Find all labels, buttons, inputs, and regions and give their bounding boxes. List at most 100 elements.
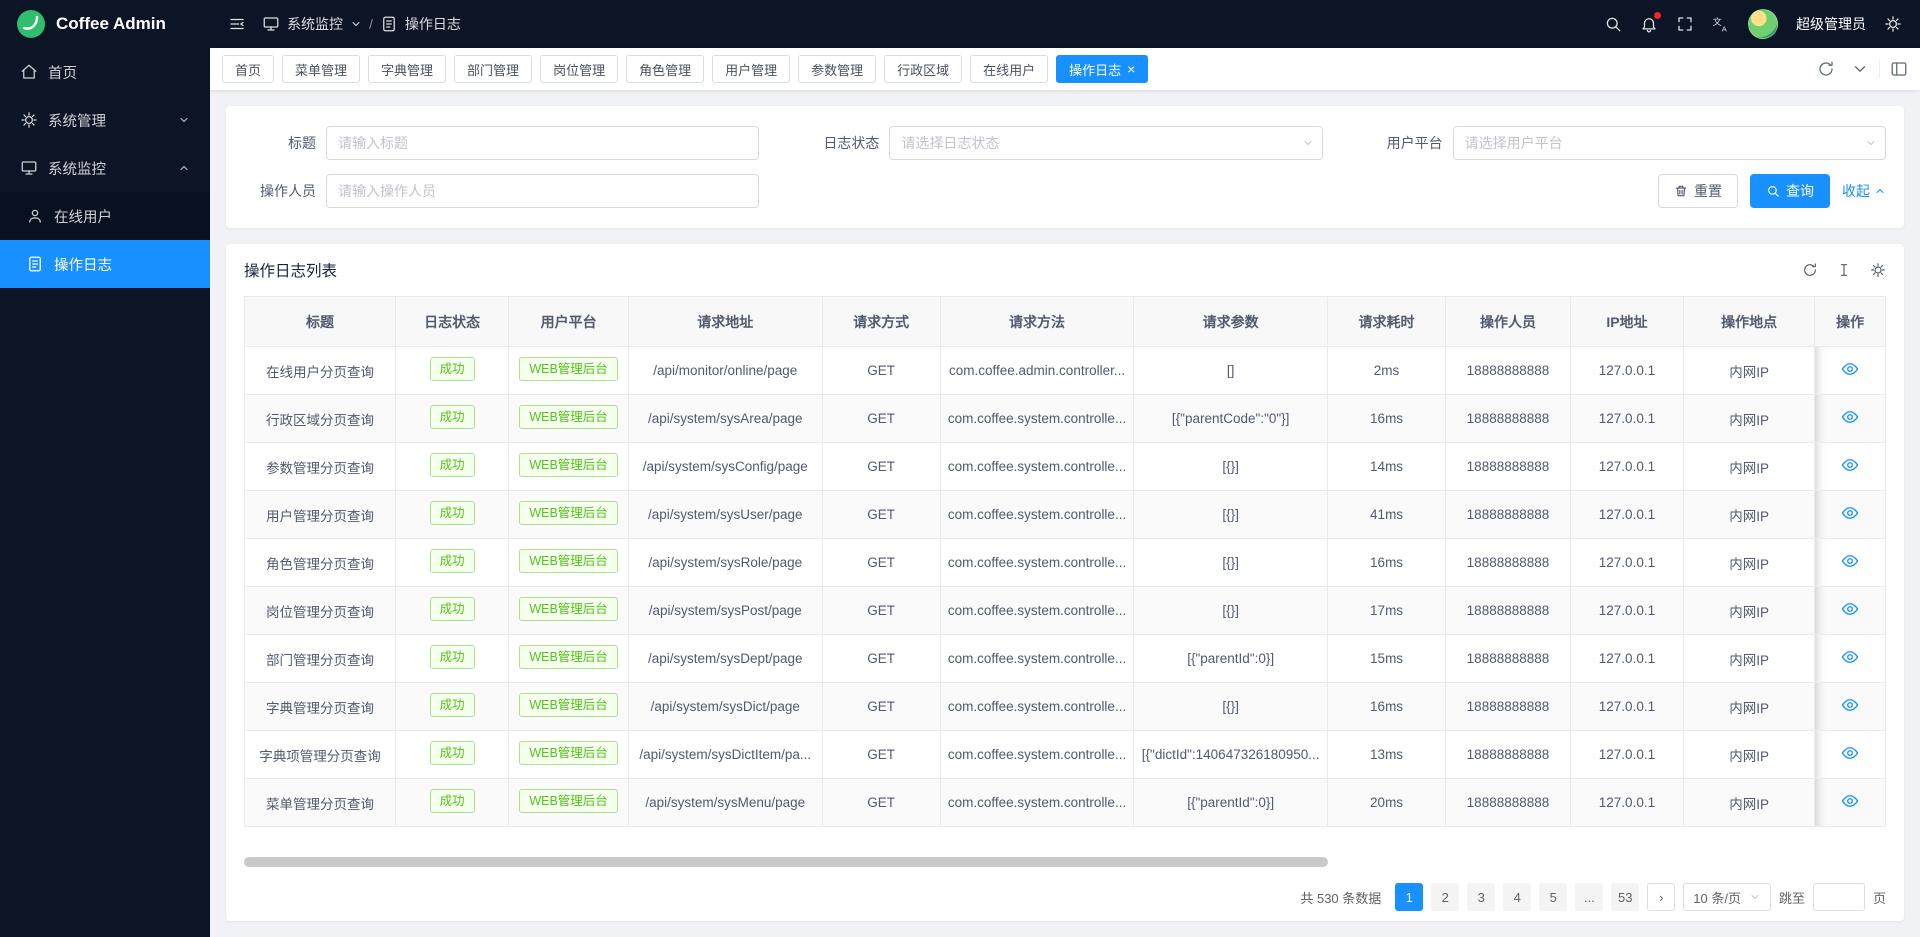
eye-icon	[1841, 600, 1859, 618]
cell-ip: 127.0.0.1	[1570, 395, 1683, 443]
table-header-row: 标题日志状态用户平台请求地址请求方式请求方法请求参数请求耗时操作人员IP地址操作…	[245, 297, 1886, 347]
tab-用户管理[interactable]: 用户管理	[712, 55, 790, 83]
username[interactable]: 超级管理员	[1796, 14, 1866, 34]
cell-platform: WEB管理后台	[509, 683, 629, 731]
tab-首页[interactable]: 首页	[222, 55, 274, 83]
platform-select-input[interactable]	[1453, 126, 1886, 160]
tab-角色管理[interactable]: 角色管理	[626, 55, 704, 83]
view-detail-button[interactable]	[1841, 456, 1859, 474]
fullscreen-icon[interactable]	[1676, 15, 1694, 33]
page-button-5[interactable]: 5	[1539, 883, 1567, 911]
page-button-1[interactable]: 1	[1395, 883, 1423, 911]
page-button-4[interactable]: 4	[1503, 883, 1531, 911]
chevron-down-icon[interactable]	[350, 18, 362, 30]
horizontal-scrollbar[interactable]	[244, 857, 1886, 867]
settings-gear-icon[interactable]	[1884, 15, 1902, 33]
tab-字典管理[interactable]: 字典管理	[368, 55, 446, 83]
layout-icon[interactable]	[1890, 60, 1908, 78]
refresh-tabs-icon[interactable]	[1817, 60, 1835, 78]
tab-close-icon[interactable]: ×	[1127, 62, 1135, 76]
platform-badge: WEB管理后台	[519, 453, 617, 477]
scrollbar-thumb[interactable]	[244, 857, 1328, 867]
view-detail-button[interactable]	[1841, 648, 1859, 666]
cell-method: com.coffee.system.controlle...	[940, 395, 1134, 443]
sidebar-item-label: 首页	[48, 62, 77, 83]
collapse-label: 收起	[1842, 181, 1870, 201]
cell-ip: 127.0.0.1	[1570, 539, 1683, 587]
status-select-input[interactable]	[889, 126, 1322, 160]
sidebar-item-home[interactable]: 首页	[0, 48, 210, 96]
page-size-select[interactable]: 10 条/页	[1683, 883, 1771, 911]
page-button-2[interactable]: 2	[1431, 883, 1459, 911]
view-detail-button[interactable]	[1841, 744, 1859, 762]
translate-icon[interactable]: 文A	[1712, 15, 1730, 33]
chevron-down-icon	[178, 114, 190, 126]
view-detail-button[interactable]	[1841, 504, 1859, 522]
tab-在线用户[interactable]: 在线用户	[970, 55, 1048, 83]
view-detail-button[interactable]	[1841, 408, 1859, 426]
operator-input[interactable]	[326, 174, 759, 208]
page-button-53[interactable]: 53	[1611, 883, 1639, 911]
next-page-button[interactable]: ›	[1647, 883, 1675, 911]
search-icon[interactable]	[1604, 15, 1622, 33]
collapse-sidebar-icon[interactable]	[228, 15, 246, 33]
monitor-icon	[20, 159, 38, 177]
view-detail-button[interactable]	[1841, 696, 1859, 714]
view-detail-button[interactable]	[1841, 792, 1859, 810]
cell-operator: 18888888888	[1446, 731, 1571, 779]
platform-badge: WEB管理后台	[519, 549, 617, 573]
notification-bell-icon[interactable]	[1640, 15, 1658, 33]
title-input[interactable]	[326, 126, 759, 160]
tab-bar: 首页菜单管理字典管理部门管理岗位管理角色管理用户管理参数管理行政区域在线用户操作…	[210, 48, 1920, 90]
cell-method: com.coffee.system.controlle...	[940, 635, 1134, 683]
cell-http_method: GET	[822, 779, 940, 827]
next-page-label: ›	[1659, 890, 1663, 905]
jump-page-input[interactable]	[1813, 883, 1865, 911]
page-button-3[interactable]: 3	[1467, 883, 1495, 911]
sidebar-item-online-users[interactable]: 在线用户	[0, 192, 210, 240]
cell-ip: 127.0.0.1	[1570, 587, 1683, 635]
status-select[interactable]	[889, 126, 1322, 160]
collapse-filter-link[interactable]: 收起	[1842, 181, 1886, 201]
reset-button[interactable]: 重置	[1658, 174, 1738, 208]
tab-options-chevron-icon[interactable]	[1851, 60, 1869, 78]
sidebar-item-system-monitor[interactable]: 系统监控	[0, 144, 210, 192]
platform-badge: WEB管理后台	[519, 501, 617, 525]
column-header: 操作地点	[1684, 297, 1815, 347]
avatar[interactable]	[1748, 9, 1778, 39]
view-detail-button[interactable]	[1841, 552, 1859, 570]
cell-action	[1815, 779, 1886, 827]
cell-duration: 41ms	[1327, 491, 1445, 539]
sidebar-item-operation-log[interactable]: 操作日志	[0, 240, 210, 288]
home-icon	[20, 63, 38, 81]
refresh-table-icon[interactable]	[1802, 262, 1818, 278]
eye-icon	[1841, 792, 1859, 810]
query-button[interactable]: 查询	[1750, 174, 1830, 208]
column-settings-gear-icon[interactable]	[1870, 262, 1886, 278]
sidebar-item-system-mgmt[interactable]: 系统管理	[0, 96, 210, 144]
platform-select[interactable]	[1453, 126, 1886, 160]
breadcrumb-section[interactable]: 系统监控	[287, 14, 343, 34]
platform-badge: WEB管理后台	[519, 789, 617, 813]
tab-行政区域[interactable]: 行政区域	[884, 55, 962, 83]
table-body: 在线用户分页查询成功WEB管理后台/api/monitor/online/pag…	[245, 347, 1886, 827]
tab-部门管理[interactable]: 部门管理	[454, 55, 532, 83]
view-detail-button[interactable]	[1841, 600, 1859, 618]
tab-操作日志[interactable]: 操作日志×	[1056, 55, 1148, 83]
tab-岗位管理[interactable]: 岗位管理	[540, 55, 618, 83]
density-icon[interactable]	[1836, 262, 1852, 278]
sidebar-submenu-monitor: 在线用户 操作日志	[0, 192, 210, 288]
cell-title: 行政区域分页查询	[245, 395, 396, 443]
status-badge: 成功	[430, 789, 475, 813]
tab-参数管理[interactable]: 参数管理	[798, 55, 876, 83]
status-label: 日志状态	[807, 133, 879, 153]
cell-location: 内网IP	[1684, 491, 1815, 539]
tab-菜单管理[interactable]: 菜单管理	[282, 55, 360, 83]
layout-toggle	[1879, 60, 1908, 78]
column-header: 操作人员	[1446, 297, 1571, 347]
view-detail-button[interactable]	[1841, 360, 1859, 378]
page-button-...[interactable]: ...	[1575, 883, 1603, 911]
filter-panel: 标题 日志状态 用户平台	[226, 106, 1904, 228]
cell-title: 字典项管理分页查询	[245, 731, 396, 779]
cell-ip: 127.0.0.1	[1570, 635, 1683, 683]
